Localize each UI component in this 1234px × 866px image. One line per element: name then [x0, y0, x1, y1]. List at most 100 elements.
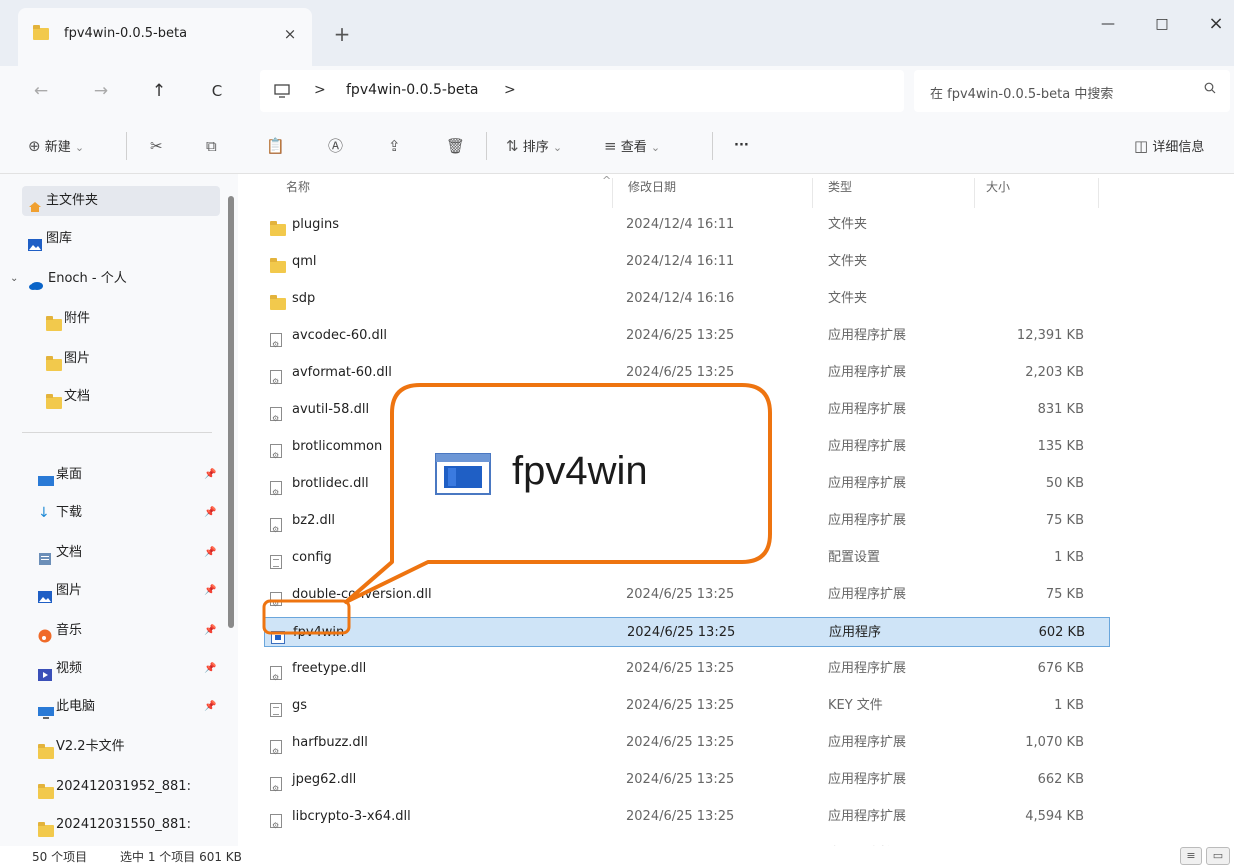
file-row[interactable]: config 配置设置 1 KB	[264, 543, 1110, 573]
sort-button[interactable]: ⇅ 排序 ⌄	[506, 134, 562, 158]
sidebar-item-downloads[interactable]: ↓ 下载 📌	[32, 498, 220, 528]
more-button[interactable]: ···	[734, 134, 749, 158]
file-row[interactable]: gs 2024/6/25 13:25 KEY 文件 1 KB	[264, 691, 1110, 721]
pin-icon[interactable]: 📌	[204, 460, 216, 490]
tiles-view-icon[interactable]: ▭	[1206, 847, 1230, 865]
file-type: 应用程序扩展	[828, 587, 907, 602]
file-row[interactable]: avformat-60.dll 2024/6/25 13:25 应用程序扩展 2,20…	[264, 358, 1110, 397]
pin-icon[interactable]: 📌	[204, 538, 216, 568]
file-date: 2024/6/25 13:25	[626, 698, 735, 713]
file-row[interactable]: plugins 2024/12/4 16:11 文件夹	[264, 210, 1110, 240]
file-name: avcodec-60.dll	[292, 328, 387, 343]
sidebar-item-documents[interactable]: 文档 📌	[32, 538, 220, 568]
file-row[interactable]: bz2.dll 应用程序扩展 75 KB	[264, 506, 1110, 545]
file-type: 文件夹	[828, 254, 868, 269]
file-name: fpv4win	[293, 625, 345, 640]
file-row[interactable]: harfbuzz.dll 2024/6/25 13:25 应用程序扩展 1,070 K…	[264, 728, 1110, 767]
column-header-name[interactable]: 名称	[286, 178, 310, 195]
pin-icon[interactable]: 📌	[204, 692, 216, 722]
sidebar-item-folder[interactable]: 202412031550_881:	[32, 810, 220, 840]
column-divider[interactable]	[974, 178, 975, 208]
new-tab-button[interactable]: +	[330, 22, 354, 46]
sort-icon: ⇅	[506, 137, 519, 155]
sidebar-item-documents-folder[interactable]: 文档	[40, 382, 220, 412]
copy-icon[interactable]: ⧉	[206, 134, 217, 158]
details-button[interactable]: ◫ 详细信息	[1134, 134, 1204, 158]
divider	[486, 132, 487, 160]
onedrive-cloud-icon	[28, 273, 43, 290]
column-divider[interactable]	[1098, 178, 1099, 208]
column-header-date[interactable]: 修改日期	[628, 178, 676, 195]
sidebar-item-videos[interactable]: 视频 📌	[32, 654, 220, 684]
dll-file-icon	[270, 366, 282, 397]
path-separator[interactable]: >	[314, 82, 326, 98]
forward-button[interactable]: →	[88, 78, 114, 104]
file-row[interactable]: jpeg62.dll 2024/6/25 13:25 应用程序扩展 662 KB	[264, 765, 1110, 804]
pin-icon[interactable]: 📌	[204, 654, 216, 684]
sidebar-item-onedrive[interactable]: ⌄ Enoch - 个人	[4, 264, 220, 294]
dll-file-icon	[270, 514, 282, 545]
file-name: qml	[292, 254, 317, 269]
file-name: double-conversion.dll	[292, 587, 432, 602]
file-row[interactable]: brotlidec.dll 应用程序扩展 50 KB	[264, 469, 1110, 508]
sidebar-item-this-pc[interactable]: 此电脑 📌	[32, 692, 220, 722]
sidebar-scrollbar[interactable]	[228, 196, 234, 628]
file-row[interactable]: avcodec-60.dll 2024/6/25 13:25 应用程序扩展 12,39…	[264, 321, 1110, 360]
sidebar-item-desktop[interactable]: 桌面 📌	[32, 460, 220, 490]
sidebar-item-music[interactable]: 音乐 📌	[32, 616, 220, 646]
delete-icon[interactable]: 🗑	[446, 134, 465, 158]
file-row[interactable]: fpv4win 2024/6/25 13:25 应用程序 602 KB	[264, 617, 1110, 647]
view-button[interactable]: ≡ 查看 ⌄	[604, 134, 660, 158]
column-header-type[interactable]: 类型	[828, 178, 852, 195]
folder-icon	[46, 353, 62, 371]
column-header-size[interactable]: 大小	[986, 178, 1010, 195]
file-row[interactable]: freetype.dll 2024/6/25 13:25 应用程序扩展 676 KB	[264, 654, 1110, 693]
breadcrumb-item[interactable]: fpv4win-0.0.5-beta	[346, 82, 479, 98]
file-row[interactable]: avutil-58.dll 应用程序扩展 831 KB	[264, 395, 1110, 434]
up-button[interactable]: ↑	[146, 78, 172, 104]
minimize-button[interactable]: —	[1088, 6, 1128, 42]
file-row[interactable]: double-conversion.dll 2024/6/25 13:25 应用程序…	[264, 580, 1110, 619]
file-row[interactable]: libcrypto-3-x64.dll 2024/6/25 13:25 应用程序扩展…	[264, 802, 1110, 841]
view-icon: ≡	[604, 137, 617, 155]
file-row[interactable]: sdp 2024/12/4 16:16 文件夹	[264, 284, 1110, 314]
file-row[interactable]: brotlicommon 应用程序扩展 135 KB	[264, 432, 1110, 471]
file-size: 4,594 KB	[1025, 809, 1084, 824]
pin-icon[interactable]: 📌	[204, 576, 216, 606]
pin-icon[interactable]: 📌	[204, 616, 216, 646]
tab-close-button[interactable]: ×	[278, 22, 302, 46]
sidebar-item-label: 视频	[56, 661, 83, 676]
search-box[interactable]: 在 fpv4win-0.0.5-beta 中搜索	[914, 70, 1230, 112]
column-divider[interactable]	[612, 178, 613, 208]
address-bar[interactable]: > fpv4win-0.0.5-beta >	[260, 70, 904, 112]
refresh-button[interactable]: C	[204, 78, 230, 104]
folder-icon	[46, 313, 62, 331]
sidebar-item-gallery[interactable]: 图库	[22, 224, 220, 254]
chevron-down-icon: ⌄	[650, 141, 661, 154]
cut-icon[interactable]: ✂	[150, 134, 163, 158]
rename-icon[interactable]: Ⓐ	[328, 134, 343, 158]
column-divider[interactable]	[812, 178, 813, 208]
close-button[interactable]: ×	[1196, 6, 1234, 42]
tab-active[interactable]: fpv4win-0.0.5-beta ×	[18, 8, 312, 68]
sidebar-item-folder[interactable]: 202412031952_881:	[32, 772, 220, 802]
sidebar-item-attachments[interactable]: 附件	[40, 304, 220, 334]
sidebar-item-label: V2.2卡文件	[56, 739, 125, 754]
back-button[interactable]: ←	[28, 78, 54, 104]
pin-icon[interactable]: 📌	[204, 498, 216, 528]
sidebar-item-pictures[interactable]: 图片 📌	[32, 576, 220, 606]
share-icon[interactable]: ⇪	[388, 134, 401, 158]
search-input[interactable]: 在 fpv4win-0.0.5-beta 中搜索	[930, 83, 1113, 102]
sidebar-item-home[interactable]: 主文件夹	[22, 186, 220, 216]
details-view-icon[interactable]: ≡	[1180, 847, 1202, 865]
maximize-button[interactable]: □	[1142, 6, 1182, 42]
sidebar-item-folder[interactable]: V2.2卡文件	[32, 732, 220, 762]
sidebar-item-label: 此电脑	[56, 699, 96, 714]
paste-icon[interactable]: 📋	[266, 134, 285, 158]
file-row[interactable]: qml 2024/12/4 16:11 文件夹	[264, 247, 1110, 277]
new-button[interactable]: ⊕ 新建 ⌄	[28, 134, 84, 158]
command-bar: ⊕ 新建 ⌄ ✂ ⧉ 📋 Ⓐ ⇪ 🗑 ⇅ 排序 ⌄ ≡ 查看 ⌄ ··· ◫ 详…	[0, 116, 1234, 174]
sidebar-item-pictures-folder[interactable]: 图片	[40, 344, 220, 374]
path-separator[interactable]: >	[504, 82, 516, 98]
file-name: libcrypto-3-x64.dll	[292, 809, 411, 824]
